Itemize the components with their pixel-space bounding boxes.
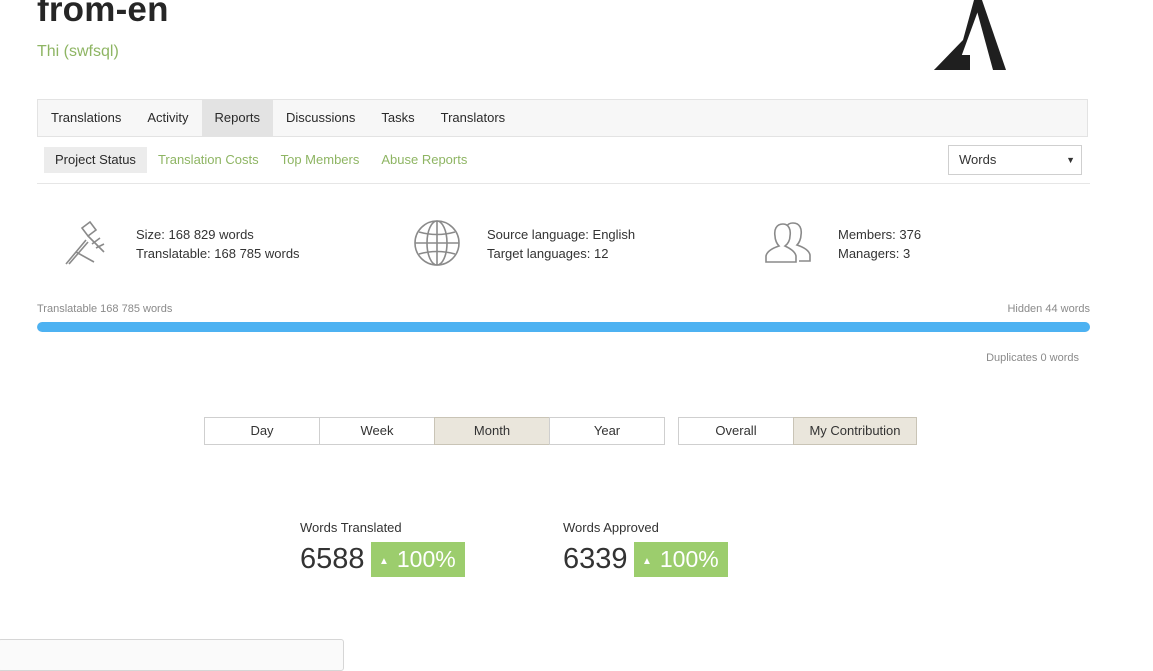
translatable-label: Translatable 168 785 words — [37, 303, 173, 315]
subtab-translation-costs[interactable]: Translation Costs — [147, 147, 270, 173]
progress-bar-fill — [37, 322, 1090, 332]
duplicates-label: Duplicates 0 words — [986, 352, 1079, 364]
tab-discussions[interactable]: Discussions — [273, 100, 368, 136]
project-owner[interactable]: Thi (swfsql) — [37, 43, 119, 61]
project-title: from-en — [37, 0, 169, 29]
metric-words-translated: Words Translated 6588 ▲ 100% — [300, 520, 465, 577]
scope-toggle: Overall My Contribution — [678, 417, 917, 445]
scope-my-contribution-button[interactable]: My Contribution — [793, 417, 917, 445]
subtab-abuse-reports[interactable]: Abuse Reports — [370, 147, 478, 173]
size-translatable: Translatable: 168 785 words — [136, 246, 300, 261]
metric-words-approved: Words Approved 6339 ▲ 100% — [563, 520, 728, 577]
size-stat: Size: 168 829 words Translatable: 168 78… — [136, 225, 300, 263]
size-total: Size: 168 829 words — [136, 227, 254, 242]
period-day-button[interactable]: Day — [204, 417, 320, 445]
source-language: Source language: English — [487, 227, 636, 242]
members-stat: Members: 376 Managers: 3 — [838, 225, 921, 263]
period-week-button[interactable]: Week — [319, 417, 435, 445]
tab-activity[interactable]: Activity — [134, 100, 201, 136]
managers-count: Managers: 3 — [838, 246, 911, 261]
language-stat: Source language: English Target language… — [487, 225, 635, 263]
unit-select-value: Words — [959, 152, 997, 167]
members-count: Members: 376 — [838, 227, 922, 242]
change-badge: ▲ 100% — [370, 542, 465, 577]
users-icon — [765, 222, 811, 263]
brand-logo — [934, 0, 1006, 70]
tab-tasks[interactable]: Tasks — [368, 100, 427, 136]
target-languages: Target languages: 12 — [487, 246, 609, 261]
scope-overall-button[interactable]: Overall — [678, 417, 794, 445]
tab-translators[interactable]: Translators — [428, 100, 519, 136]
period-month-button[interactable]: Month — [434, 417, 550, 445]
hidden-label: Hidden 44 words — [1007, 303, 1090, 315]
change-value: 100% — [659, 546, 719, 572]
metric-value: 6339 — [563, 543, 628, 575]
compass-tools-icon — [65, 220, 105, 265]
subtab-top-members[interactable]: Top Members — [270, 147, 371, 173]
period-toggle: Day Week Month Year — [204, 417, 665, 445]
bottom-panel — [0, 639, 344, 671]
metric-label: Words Translated — [300, 520, 402, 535]
metric-label: Words Approved — [563, 520, 659, 535]
report-subnav: Project Status Translation Costs Top Mem… — [44, 147, 478, 173]
unit-select[interactable]: Words ▼ — [948, 145, 1082, 175]
period-year-button[interactable]: Year — [549, 417, 665, 445]
globe-icon — [414, 220, 460, 266]
change-badge: ▲ 100% — [633, 542, 728, 577]
change-value: 100% — [396, 546, 456, 572]
main-tabs: Translations Activity Reports Discussion… — [37, 99, 1088, 137]
progress-bar — [37, 322, 1090, 332]
divider — [37, 183, 1090, 184]
tab-reports[interactable]: Reports — [201, 100, 274, 136]
arrow-up-icon: ▲ — [378, 556, 389, 567]
tab-translations[interactable]: Translations — [38, 100, 134, 136]
metric-value: 6588 — [300, 543, 365, 575]
caret-down-icon: ▼ — [1066, 155, 1075, 165]
subtab-project-status[interactable]: Project Status — [44, 147, 147, 173]
arrow-up-icon: ▲ — [641, 556, 652, 567]
